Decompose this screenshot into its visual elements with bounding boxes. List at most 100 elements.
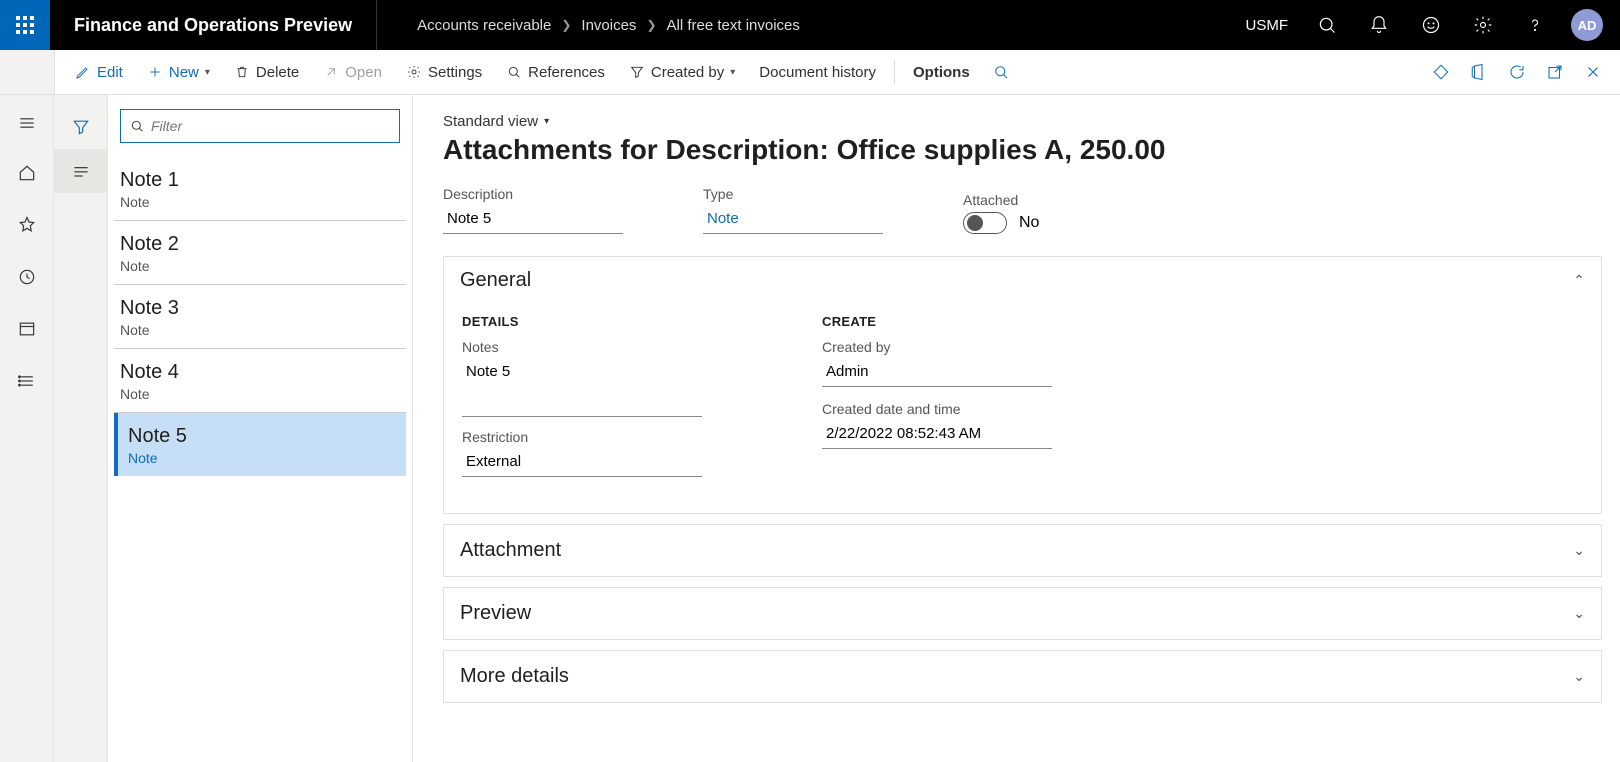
breadcrumb-item-freetext[interactable]: All free text invoices [667,17,800,34]
filter-search-box[interactable] [120,109,400,143]
new-button[interactable]: New ▾ [135,50,222,94]
notes-textarea-underline[interactable] [462,416,702,417]
chevron-down-icon: ⌄ [1573,668,1585,685]
office-addin-button[interactable] [1460,50,1498,94]
list-item[interactable]: Note 3 Note [114,285,406,349]
refresh-button[interactable] [1498,50,1536,94]
options-tab[interactable]: Options [901,50,982,94]
chevron-right-icon: ❯ [646,18,656,32]
delete-button[interactable]: Delete [222,50,311,94]
recent-button[interactable] [0,255,53,299]
navigation-rail [0,95,54,762]
hamburger-button[interactable] [0,103,53,143]
list-item-type: Note [120,386,400,402]
search-icon [506,64,522,80]
pencil-icon [75,64,91,80]
waffle-icon [16,16,34,34]
feedback-button[interactable] [1408,0,1454,50]
chevron-down-icon: ▾ [205,67,210,78]
attached-toggle[interactable] [963,212,1007,234]
breadcrumb-item-invoices[interactable]: Invoices [581,17,636,34]
createdby-value[interactable]: Admin [822,359,1052,387]
document-history-button[interactable]: Document history [747,50,888,94]
popout-button[interactable] [1536,50,1574,94]
settings-menu-button[interactable]: Settings [394,50,494,94]
general-title: General [460,269,531,292]
list-item[interactable]: Note 5 Note [114,413,406,476]
modules-button[interactable] [0,359,53,403]
search-icon [129,118,145,134]
create-heading: CREATE [822,314,1052,329]
references-label: References [528,64,605,81]
top-nav-bar: Finance and Operations Preview Accounts … [0,0,1620,50]
breadcrumb-item-ar[interactable]: Accounts receivable [417,17,551,34]
list-item-title: Note 5 [128,425,400,448]
home-button[interactable] [0,151,53,195]
details-column: DETAILS Notes Note 5 Restriction Externa… [462,314,702,491]
list-panel-button[interactable] [54,149,107,193]
star-icon [17,215,37,235]
list-item-type: Note [120,194,400,210]
notes-value[interactable]: Note 5 [462,359,702,386]
funnel-icon [629,64,645,80]
references-button[interactable]: References [494,50,617,94]
restriction-value[interactable]: External [462,449,702,477]
search-icon [1317,15,1337,35]
description-value[interactable]: Note 5 [443,206,623,234]
description-field: Description Note 5 [443,186,623,234]
list-item-title: Note 1 [120,169,400,192]
createddt-value[interactable]: 2/22/2022 08:52:43 AM [822,421,1052,449]
general-section-header[interactable]: General ⌃ [444,257,1601,304]
settings-button[interactable] [1460,0,1506,50]
attached-field: Attached No [963,192,1039,234]
more-details-section: More details ⌄ [443,650,1602,703]
chevron-right-icon: ❯ [561,18,571,32]
list-item[interactable]: Note 2 Note [114,221,406,285]
app-title: Finance and Operations Preview [50,0,377,50]
list-item[interactable]: Note 1 Note [114,157,406,221]
home-icon [17,163,37,183]
createdby-filter-button[interactable]: Created by ▾ [617,50,747,94]
open-arrow-icon [323,64,339,80]
trash-icon [234,64,250,80]
list-item-type: Note [120,322,400,338]
page-options-button[interactable] [1422,50,1460,94]
list-item-title: Note 4 [120,361,400,384]
app-launcher-button[interactable] [0,0,50,50]
action-search-button[interactable] [982,50,1020,94]
attachment-section: Attachment ⌄ [443,524,1602,577]
edit-button[interactable]: Edit [63,50,135,94]
list-pane: Note 1 Note Note 2 Note Note 3 Note Note… [108,95,413,762]
filter-input[interactable] [151,118,391,134]
attachment-title: Attachment [460,539,561,562]
user-avatar[interactable]: AD [1564,0,1610,50]
chevron-up-icon: ⌃ [1573,272,1585,289]
search-button[interactable] [1304,0,1350,50]
command-bar: Edit New ▾ Delete Open Settings Referenc… [54,50,1620,94]
view-selector[interactable]: Standard view ▾ [443,113,1602,130]
delete-label: Delete [256,64,299,81]
more-details-section-header[interactable]: More details ⌄ [444,651,1601,702]
preview-section-header[interactable]: Preview ⌄ [444,588,1601,639]
restriction-label: Restriction [462,429,702,445]
attachment-section-header[interactable]: Attachment ⌄ [444,525,1601,576]
options-label: Options [913,64,970,81]
gear-icon [1473,15,1493,35]
workspaces-button[interactable] [0,307,53,351]
notifications-button[interactable] [1356,0,1402,50]
help-button[interactable] [1512,0,1558,50]
general-section: General ⌃ DETAILS Notes Note 5 Restricti… [443,256,1602,514]
main-pane: Standard view ▾ Attachments for Descript… [413,95,1620,762]
list-item-title: Note 3 [120,297,400,320]
company-selector[interactable]: USMF [1246,17,1289,34]
list-item-type: Note [120,258,400,274]
dochistory-label: Document history [759,64,876,81]
list-item[interactable]: Note 4 Note [114,349,406,413]
breadcrumb: Accounts receivable ❯ Invoices ❯ All fre… [417,17,800,34]
type-value[interactable]: Note [703,206,883,234]
gear-icon [406,64,422,80]
close-button[interactable] [1574,50,1612,94]
smile-icon [1421,15,1441,35]
favorites-button[interactable] [0,203,53,247]
filter-panel-button[interactable] [54,105,107,149]
